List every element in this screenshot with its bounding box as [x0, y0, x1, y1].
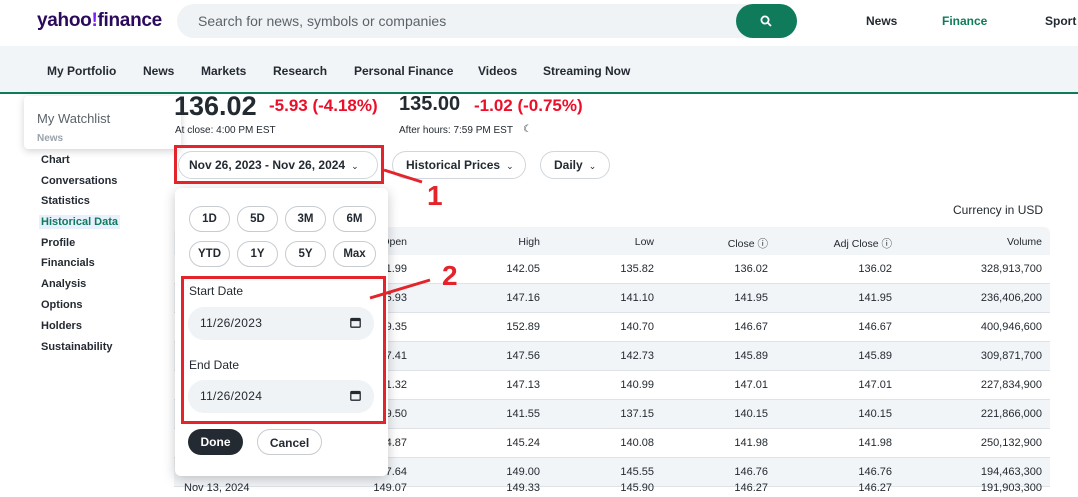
annotation-callout-1: 1	[427, 180, 443, 211]
annotation-arrows	[369, 168, 431, 300]
annotation-callout-2: 2	[442, 260, 458, 291]
